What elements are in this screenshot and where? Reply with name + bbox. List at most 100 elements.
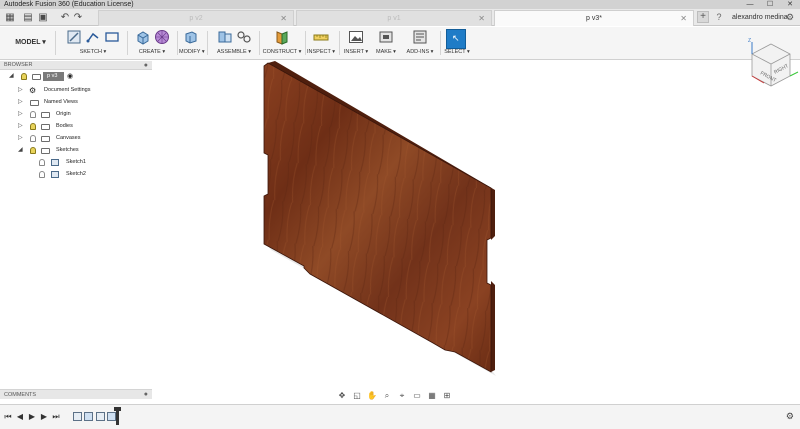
select-button[interactable] <box>446 29 466 49</box>
canvas-viewport[interactable] <box>152 61 800 389</box>
minimize-button[interactable]: — <box>740 0 760 9</box>
pin-icon[interactable]: ● <box>144 390 148 400</box>
close-window-button[interactable]: ✕ <box>780 0 800 9</box>
viewports-icon[interactable]: ⊞ <box>441 391 453 400</box>
folder-icon <box>41 136 50 142</box>
expand-icon[interactable]: ▷ <box>18 85 24 96</box>
lightbulb-off-icon[interactable] <box>39 159 45 166</box>
lightbulb-icon[interactable] <box>21 73 27 80</box>
tab-document-2[interactable]: p v1 ✕ <box>296 10 492 26</box>
collapse-icon[interactable]: ◢ <box>9 71 15 82</box>
tree-item-document-settings[interactable]: ▷ ⚙ Document Settings <box>0 85 152 96</box>
create-sketch-icon[interactable] <box>66 29 82 45</box>
close-icon[interactable]: ✕ <box>280 11 287 26</box>
redo-icon[interactable]: ↷ <box>71 11 85 24</box>
save-icon[interactable]: ▣ <box>36 11 50 24</box>
timeline-cut[interactable] <box>107 412 116 421</box>
fit-icon[interactable]: ⌖ <box>396 391 408 401</box>
measure-icon[interactable] <box>313 29 329 45</box>
timeline-sketch1[interactable] <box>73 412 82 421</box>
activate-icon[interactable]: ◉ <box>67 71 73 82</box>
document-icon <box>32 74 41 80</box>
form-icon[interactable] <box>154 29 170 45</box>
lightbulb-off-icon[interactable] <box>30 135 36 142</box>
tree-item-named-views[interactable]: ▷ Named Views <box>0 97 152 108</box>
file-menu-icon[interactable]: ▤ <box>21 11 35 24</box>
3d-print-icon[interactable] <box>378 29 394 45</box>
lightbulb-off-icon[interactable] <box>30 111 36 118</box>
tree-item-origin[interactable]: ▷ Origin <box>0 109 152 120</box>
zoom-icon[interactable]: ⌕ <box>381 391 393 401</box>
comments-header[interactable]: COMMENTS ● <box>0 389 152 399</box>
expand-icon[interactable]: ▷ <box>18 97 24 108</box>
help-icon[interactable]: ? <box>713 11 725 23</box>
new-tab-button[interactable]: + <box>697 11 709 23</box>
joint-icon[interactable] <box>236 29 252 45</box>
rectangle-icon[interactable] <box>104 29 120 45</box>
close-icon[interactable]: ✕ <box>680 11 687 26</box>
pin-icon[interactable]: ● <box>144 61 148 70</box>
insert-image-icon[interactable] <box>348 29 364 45</box>
lightbulb-icon[interactable] <box>30 147 36 154</box>
tree-item-bodies[interactable]: ▷ Bodies <box>0 121 152 132</box>
navigation-bar: ✥ ◱ ✋ ⌕ ⌖ ▭ ▦ ⊞ <box>336 389 466 402</box>
assemble-group[interactable]: ASSEMBLE ▾ <box>212 29 256 59</box>
construct-group[interactable]: CONSTRUCT ▾ <box>262 29 302 59</box>
maximize-button[interactable]: ☐ <box>760 0 780 9</box>
tree-item-sketch2[interactable]: Sketch2 <box>0 169 152 180</box>
tab-document-1[interactable]: p v2 ✕ <box>98 10 294 26</box>
tree-item-sketch1[interactable]: Sketch1 <box>0 157 152 168</box>
window-title: Autodesk Fusion 360 (Education License) <box>4 1 134 8</box>
timeline: ⏮ ◀ ▶ ▶ ⏭ ⚙ <box>0 404 800 429</box>
offset-plane-icon[interactable] <box>274 29 290 45</box>
svg-text:Z: Z <box>748 38 751 44</box>
insert-group[interactable]: INSERT ▾ <box>342 29 370 59</box>
close-icon[interactable]: ✕ <box>478 11 485 26</box>
wood-panel-model[interactable] <box>152 61 800 389</box>
tree-item-sketches[interactable]: ◢ Sketches <box>0 145 152 156</box>
modify-group[interactable]: MODIFY ▾ <box>179 29 205 59</box>
create-group[interactable]: CREATE ▾ <box>130 29 174 59</box>
line-icon[interactable] <box>85 29 101 45</box>
gear-icon[interactable]: ⚙ <box>786 9 794 26</box>
timeline-marker[interactable] <box>114 407 121 425</box>
extrude-icon[interactable] <box>135 29 151 45</box>
orbit-icon[interactable]: ✥ <box>336 391 348 400</box>
gear-icon: ⚙ <box>29 86 37 95</box>
folder-icon <box>30 100 39 106</box>
browser-header[interactable]: BROWSER ● <box>0 61 152 70</box>
look-at-icon[interactable]: ◱ <box>351 391 363 400</box>
workspace-switcher[interactable]: MODEL ▾ <box>6 31 56 55</box>
timeline-extrude[interactable] <box>84 412 93 421</box>
tree-item-canvases[interactable]: ▷ Canvases <box>0 133 152 144</box>
sketch-group[interactable]: SKETCH ▾ <box>62 29 124 59</box>
expand-icon[interactable]: ▷ <box>18 121 24 132</box>
make-group[interactable]: MAKE ▾ <box>372 29 400 59</box>
pan-icon[interactable]: ✋ <box>366 391 378 400</box>
view-cube[interactable]: FRONT RIGHT Z <box>742 36 800 94</box>
lightbulb-off-icon[interactable] <box>39 171 45 178</box>
user-name[interactable]: alexandro medina <box>732 9 788 26</box>
display-settings-icon[interactable]: ▭ <box>411 391 423 400</box>
gear-icon[interactable]: ⚙ <box>786 411 794 422</box>
go-to-end-icon[interactable]: ⏭ <box>50 412 62 422</box>
tree-root[interactable]: ◢ p v3 ◉ <box>0 71 152 82</box>
collapse-icon[interactable]: ◢ <box>18 145 24 156</box>
grid-settings-icon[interactable]: ▦ <box>426 391 438 400</box>
new-component-icon[interactable] <box>217 29 233 45</box>
press-pull-icon[interactable] <box>183 29 199 45</box>
inspect-group[interactable]: INSPECT ▾ <box>306 29 336 59</box>
step-back-icon[interactable]: ◀ <box>14 412 26 421</box>
scripts-icon[interactable] <box>412 29 428 45</box>
go-to-start-icon[interactable]: ⏮ <box>2 412 14 422</box>
lightbulb-icon[interactable] <box>30 123 36 130</box>
play-icon[interactable]: ▶ <box>26 412 38 421</box>
expand-icon[interactable]: ▷ <box>18 133 24 144</box>
tab-document-3[interactable]: p v3* ✕ <box>494 10 694 26</box>
data-panel-icon[interactable]: ▦ <box>3 11 17 24</box>
add-ins-group[interactable]: ADD-INS ▾ <box>403 29 437 59</box>
undo-icon[interactable]: ↶ <box>58 11 72 24</box>
expand-icon[interactable]: ▷ <box>18 109 24 120</box>
step-forward-icon[interactable]: ▶ <box>38 412 50 421</box>
timeline-sketch2[interactable] <box>96 412 105 421</box>
